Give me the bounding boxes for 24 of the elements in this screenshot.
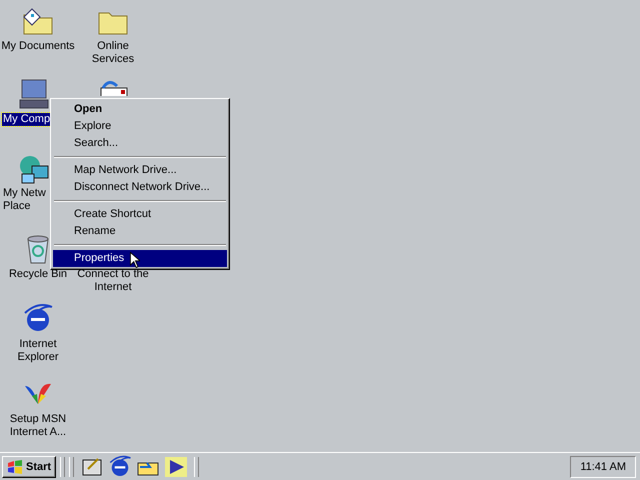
icon-label: My Netw: [2, 187, 47, 200]
icon-label: Online: [96, 40, 130, 53]
menu-item[interactable]: Properties: [53, 250, 227, 267]
icon-label: My Documents: [0, 40, 76, 53]
icon-label: Connect to the: [76, 268, 150, 281]
icon-label: Services: [90, 53, 136, 66]
menu-item[interactable]: Disconnect Network Drive...: [53, 179, 227, 196]
icon-label: Internet A...: [8, 426, 68, 439]
menu-item[interactable]: Create Shortcut: [53, 206, 227, 223]
icon-label: My Comp: [2, 113, 52, 126]
start-button[interactable]: Start: [2, 456, 56, 478]
clock: 11:41 AM: [570, 456, 636, 478]
icon-label: Place: [2, 200, 32, 213]
computer-icon[interactable]: [18, 78, 50, 110]
windows-logo-icon: [7, 460, 23, 474]
icon-label: Explorer: [16, 351, 60, 364]
menu-item[interactable]: Open: [53, 101, 227, 118]
menu-item[interactable]: Search...: [53, 135, 227, 152]
menu-item[interactable]: Explore: [53, 118, 227, 135]
menu-item[interactable]: Map Network Drive...: [53, 162, 227, 179]
icon-label: Internet: [18, 338, 58, 351]
icon-label: Internet: [93, 281, 133, 294]
icon-label: Setup MSN: [8, 413, 68, 426]
menu-item[interactable]: Rename: [53, 223, 227, 240]
